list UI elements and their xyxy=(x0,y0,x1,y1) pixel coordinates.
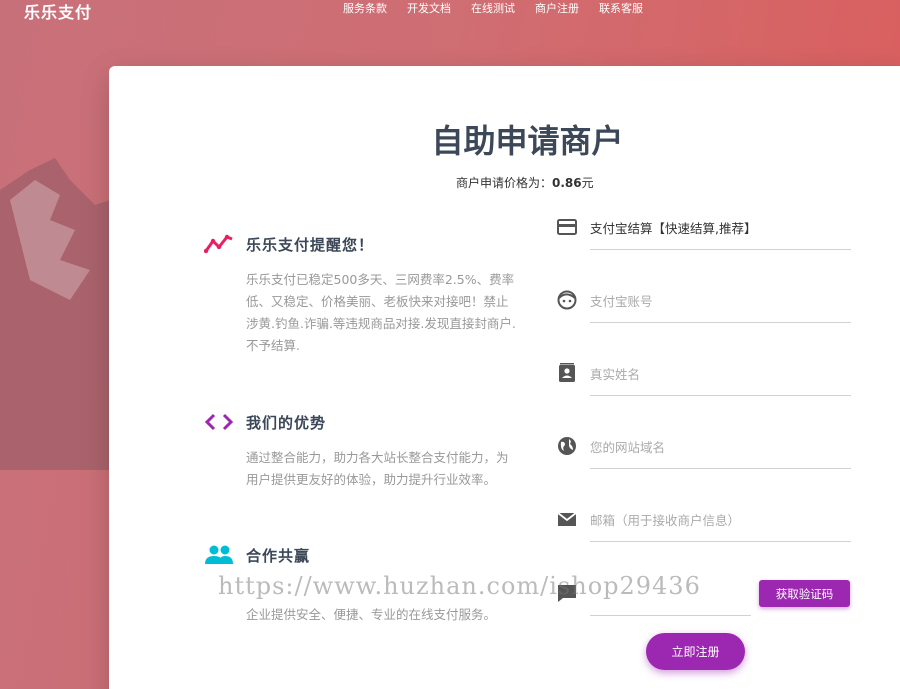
trending-icon xyxy=(204,234,233,254)
nav-contact[interactable]: 联系客服 xyxy=(589,1,653,17)
field-underline xyxy=(590,541,851,542)
website-domain-placeholder: 您的网站域名 xyxy=(590,440,666,455)
field-underline xyxy=(590,468,851,469)
top-nav: 服务条款 开发文档 在线测试 商户注册 联系客服 xyxy=(333,1,653,17)
email-placeholder: 邮箱（用于接收商户信息） xyxy=(590,513,741,528)
price-value: 0.86 xyxy=(552,176,582,190)
mail-icon xyxy=(557,512,577,526)
settlement-value: 支付宝结算【快速结算,推荐】 xyxy=(590,221,757,236)
nav-docs[interactable]: 开发文档 xyxy=(397,1,461,17)
real-name-field[interactable]: 真实姓名 xyxy=(556,358,851,396)
verification-code-field[interactable] xyxy=(556,578,751,616)
alipay-account-placeholder: 支付宝账号 xyxy=(590,294,653,309)
field-underline xyxy=(590,249,851,250)
alipay-account-field[interactable]: 支付宝账号 xyxy=(556,285,851,323)
price-label: 商户申请价格为： xyxy=(456,176,553,190)
people-icon xyxy=(205,545,233,564)
info-block-reminder: 乐乐支付提醒您！ 乐乐支付已稳定500多天、三网费率2.5%、费率低、又稳定、价… xyxy=(204,233,524,357)
field-underline xyxy=(590,615,751,616)
info-text: 企业提供安全、便捷、专业的在线支付服务。 xyxy=(246,607,497,622)
field-underline xyxy=(590,395,851,396)
nav-test[interactable]: 在线测试 xyxy=(461,1,525,17)
code-icon xyxy=(204,413,234,431)
get-code-button[interactable]: 获取验证码 xyxy=(759,580,850,607)
info-heading: 乐乐支付提醒您！ xyxy=(246,235,375,254)
register-button[interactable]: 立即注册 xyxy=(646,633,745,670)
face-icon xyxy=(557,290,577,310)
globe-icon xyxy=(558,437,576,455)
info-heading: 合作共赢 xyxy=(246,546,311,565)
brand-logo[interactable]: 乐乐支付 xyxy=(24,0,92,23)
info-text: 通过整合能力，助力各大站长整合支付能力，为用户提供更友好的体验，助力提升行业效率… xyxy=(246,450,509,487)
info-heading: 我们的优势 xyxy=(246,413,327,432)
price-unit: 元 xyxy=(581,176,594,190)
website-domain-field[interactable]: 您的网站域名 xyxy=(556,431,851,469)
field-underline xyxy=(590,322,851,323)
message-icon xyxy=(558,585,576,602)
info-block-advantage: 我们的优势 通过整合能力，助力各大站长整合支付能力，为用户提供更友好的体验，助力… xyxy=(204,411,524,491)
email-field[interactable]: 邮箱（用于接收商户信息） xyxy=(556,504,851,542)
contact-card-icon xyxy=(559,363,575,382)
page-title: 自助申请商户 xyxy=(431,122,624,160)
nav-register[interactable]: 商户注册 xyxy=(525,1,589,17)
info-text: 乐乐支付已稳定500多天、三网费率2.5%、费率低、又稳定、价格美丽、老板快来对… xyxy=(246,272,516,353)
price-text: 商户申请价格为：0.86元 xyxy=(456,174,594,191)
real-name-placeholder: 真实姓名 xyxy=(590,367,641,382)
credit-card-icon xyxy=(557,219,577,235)
settlement-select[interactable]: 支付宝结算【快速结算,推荐】 xyxy=(556,212,851,250)
nav-terms[interactable]: 服务条款 xyxy=(333,1,397,17)
info-block-cooperate: 合作共赢 企业提供安全、便捷、专业的在线支付服务。 xyxy=(204,544,524,626)
